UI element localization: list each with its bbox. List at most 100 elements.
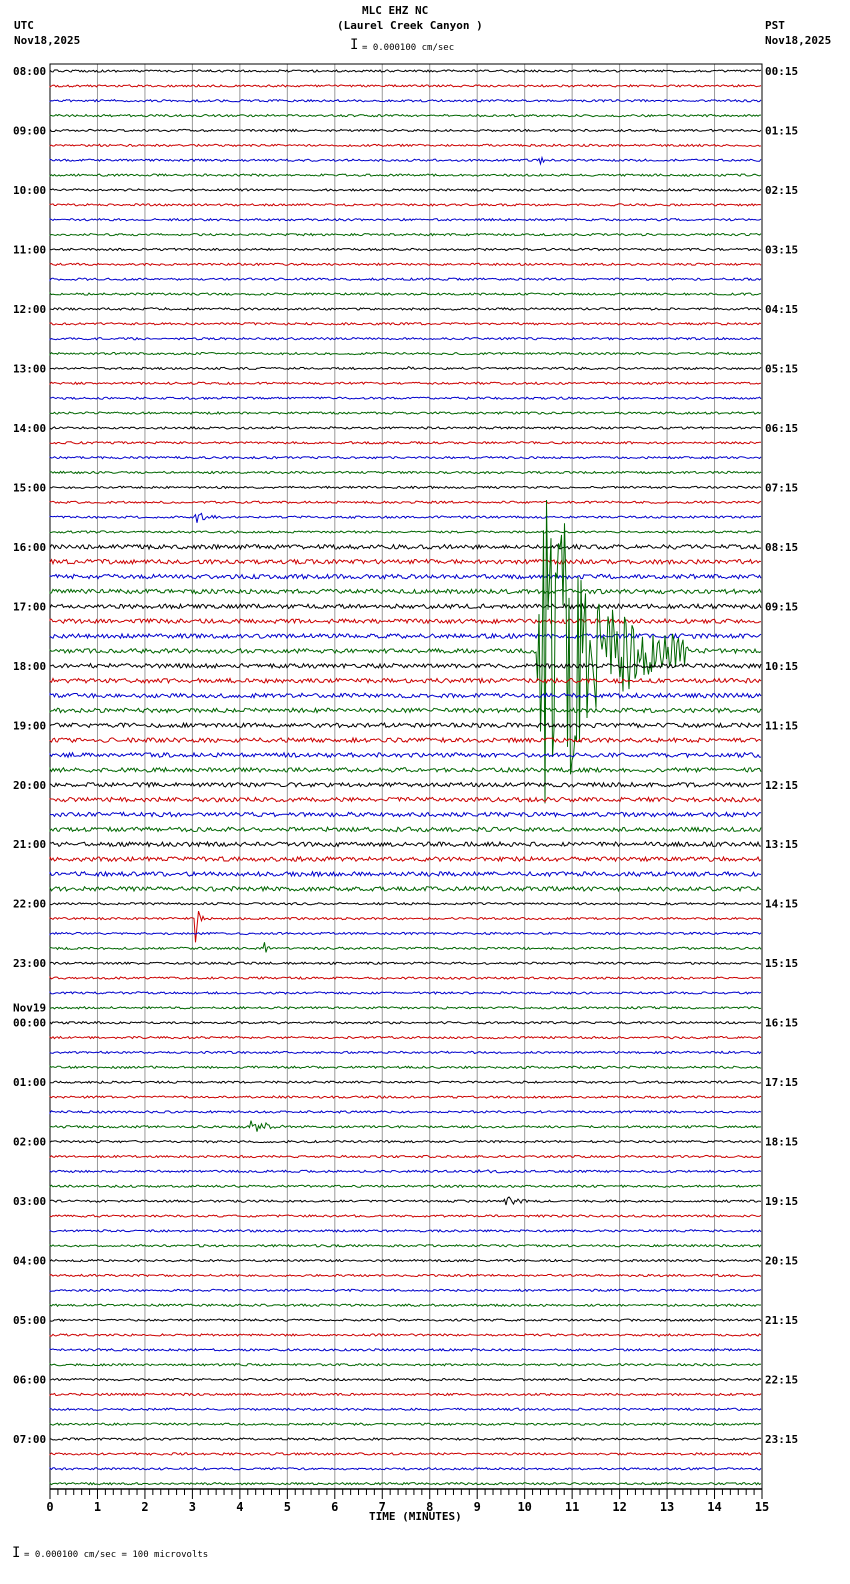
pst-hour-label: 09:15 <box>765 600 798 613</box>
utc-hour-label: 04:00 <box>13 1255 46 1268</box>
utc-hour-label: 16:00 <box>13 541 46 554</box>
seismic-trace <box>49 1347 762 1352</box>
seismic-trace <box>49 1303 762 1308</box>
seismic-trace <box>49 1407 762 1412</box>
seismic-trace <box>49 885 762 893</box>
seismic-trace <box>49 1139 762 1144</box>
seismic-trace <box>49 277 762 282</box>
seismic-trace <box>49 127 762 133</box>
seismic-trace <box>49 573 762 580</box>
seismic-trace <box>49 942 762 953</box>
seismic-trace <box>49 512 762 523</box>
seismic-trace <box>49 1377 762 1382</box>
x-tick-label: 13 <box>660 1500 674 1514</box>
seismic-trace <box>49 543 762 551</box>
seismic-trace <box>49 811 762 818</box>
seismic-trace <box>49 500 762 505</box>
utc-hour-label: 06:00 <box>13 1374 46 1387</box>
x-tick-label: 7 <box>379 1500 386 1514</box>
pst-hour-label: 01:15 <box>765 124 798 137</box>
utc-hour-label: 21:00 <box>13 838 46 851</box>
utc-hour-label: 03:00 <box>13 1195 46 1208</box>
seismic-trace <box>49 632 762 640</box>
seismic-trace <box>49 365 762 371</box>
date-change-label: Nov19 <box>13 1002 46 1015</box>
seismic-trace <box>49 247 762 252</box>
utc-hour-label: 02:00 <box>13 1136 46 1149</box>
x-tick-label: 1 <box>94 1500 101 1514</box>
utc-hour-label: 13:00 <box>13 362 46 375</box>
seismic-trace <box>49 1154 762 1159</box>
seismic-trace <box>49 602 762 610</box>
seismic-trace <box>49 307 762 311</box>
seismic-trace <box>49 262 762 267</box>
seismic-trace <box>49 1080 762 1084</box>
pst-hour-label: 21:15 <box>765 1314 798 1327</box>
seismic-trace <box>49 381 762 386</box>
seismic-trace <box>49 232 762 237</box>
seismic-trace <box>49 931 762 936</box>
seismic-trace <box>49 588 762 595</box>
seismic-trace <box>49 1214 762 1218</box>
pst-hour-label: 03:15 <box>765 243 798 256</box>
pst-hour-label: 11:15 <box>765 719 798 732</box>
pst-hour-label: 06:15 <box>765 422 798 435</box>
seismic-trace <box>49 677 762 685</box>
utc-hour-label: 10:00 <box>13 184 46 197</box>
pst-hour-label: 16:15 <box>765 1017 798 1030</box>
seismic-trace <box>49 1333 762 1338</box>
seismic-trace <box>49 976 762 980</box>
utc-hour-label: 11:00 <box>13 243 46 256</box>
seismic-trace <box>49 1318 762 1322</box>
seismic-trace <box>49 1020 762 1025</box>
seismic-trace <box>49 751 761 759</box>
seismic-trace <box>49 1095 762 1099</box>
seismic-trace <box>49 173 762 178</box>
utc-hour-label: 12:00 <box>13 303 46 316</box>
seismic-trace <box>49 351 762 356</box>
pst-hour-label: 12:15 <box>765 779 798 792</box>
seismic-trace <box>49 1005 762 1010</box>
seismic-trace <box>49 1273 762 1278</box>
pst-hour-label: 13:15 <box>765 838 798 851</box>
x-tick-label: 11 <box>565 1500 579 1514</box>
seismic-trace <box>49 825 762 833</box>
x-tick-label: 8 <box>426 1500 433 1514</box>
seismic-trace <box>49 68 762 73</box>
utc-hour-label: 08:00 <box>13 65 46 78</box>
x-tick-label: 4 <box>236 1500 243 1514</box>
seismic-trace <box>49 961 762 966</box>
utc-hour-label: 20:00 <box>13 779 46 792</box>
pst-hour-label: 18:15 <box>765 1136 798 1149</box>
pst-hour-label: 15:15 <box>765 957 798 970</box>
utc-hour-label: 07:00 <box>13 1433 46 1446</box>
pst-hour-label: 05:15 <box>765 362 798 375</box>
seismic-trace <box>49 470 762 475</box>
seismic-trace <box>49 1452 762 1456</box>
pst-hour-label: 19:15 <box>765 1195 798 1208</box>
utc-hour-label: 19:00 <box>13 719 46 732</box>
seismic-trace <box>49 781 762 789</box>
seismic-trace <box>49 455 762 460</box>
seismic-trace <box>49 485 762 490</box>
seismic-trace <box>49 766 762 774</box>
seismic-trace <box>49 1065 762 1070</box>
x-tick-label: 15 <box>755 1500 769 1514</box>
pst-hour-label: 14:15 <box>765 898 798 911</box>
seismic-trace <box>49 706 762 714</box>
seismic-trace <box>49 291 762 296</box>
seismic-trace <box>49 396 762 400</box>
utc-hour-label: 23:00 <box>13 957 46 970</box>
seismic-trace <box>49 321 762 326</box>
seismic-trace <box>49 143 762 148</box>
pst-hour-label: 08:15 <box>765 541 798 554</box>
seismic-trace <box>49 1169 762 1174</box>
seismic-trace <box>49 1243 762 1248</box>
seismic-trace <box>49 990 762 995</box>
seismic-trace <box>49 855 762 863</box>
seismic-trace <box>49 155 762 166</box>
utc-hour-label: 15:00 <box>13 481 46 494</box>
seismic-trace <box>49 1184 762 1189</box>
seismic-trace <box>49 336 762 341</box>
x-tick-label: 12 <box>612 1500 626 1514</box>
